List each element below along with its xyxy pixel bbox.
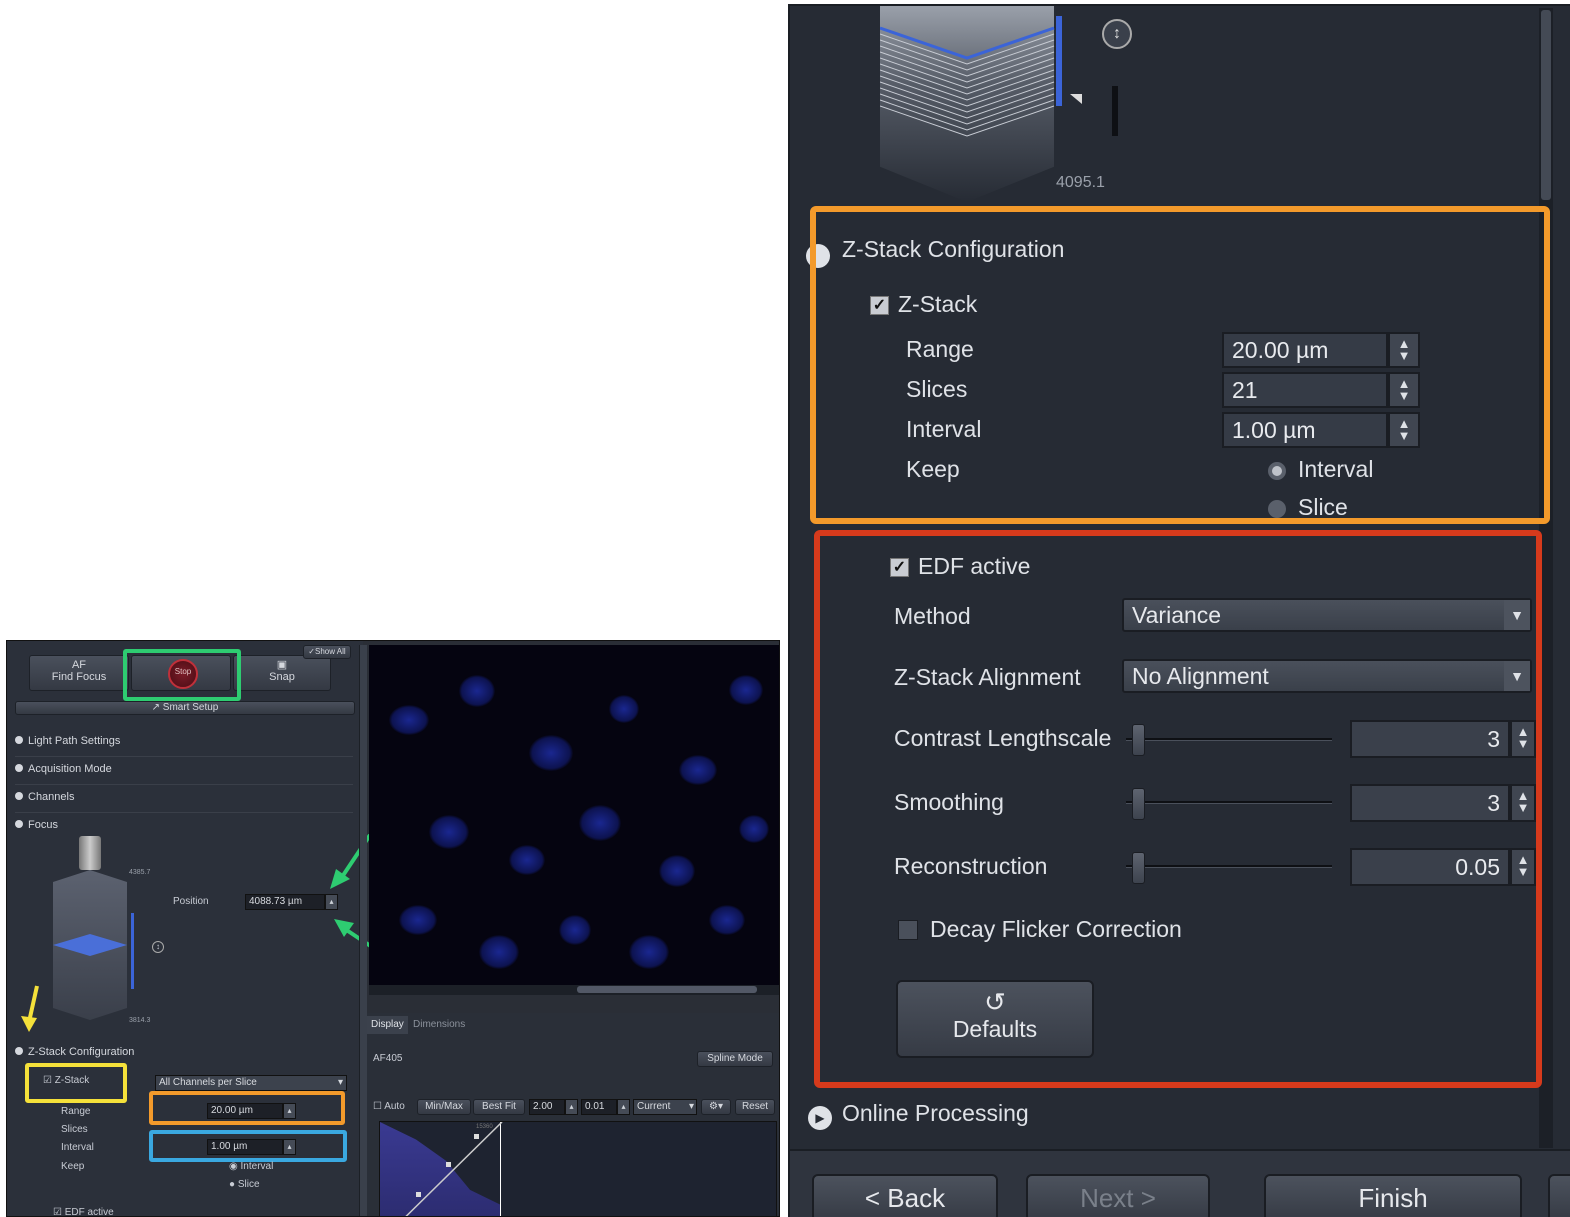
- step-input[interactable]: 0.01: [581, 1099, 617, 1115]
- tab-dimensions[interactable]: Dimensions: [409, 1016, 469, 1034]
- range-end-marker: [1070, 94, 1082, 104]
- section-label: Channels: [28, 791, 75, 803]
- panel-vscroll-thumb[interactable]: [1541, 10, 1551, 200]
- channel-label: AF405: [373, 1053, 403, 1064]
- find-focus-button[interactable]: AF Find Focus: [29, 655, 129, 691]
- interval-highlight: [149, 1130, 347, 1162]
- expand-icon: [15, 764, 23, 772]
- slices-label: Slices: [61, 1124, 88, 1135]
- next-button[interactable]: Next >: [1026, 1174, 1210, 1217]
- back-button[interactable]: < Back: [812, 1174, 998, 1217]
- minmax-button[interactable]: Min/Max: [417, 1099, 471, 1115]
- expand-icon: [15, 792, 23, 800]
- keep-slice-radio[interactable]: ● Slice: [229, 1179, 260, 1190]
- keep-interval-label: Interval: [240, 1161, 274, 1172]
- range-label: Range: [61, 1106, 91, 1117]
- extra-button[interactable]: [1548, 1174, 1570, 1217]
- keep-slice-label: Slice: [237, 1179, 260, 1190]
- stack-bottom-value: 4095.1: [1056, 174, 1105, 191]
- position-label: Position: [173, 896, 209, 907]
- left-screenshot: AF Find Focus Stop ▣ Snap ✓Show All ↗ Sm…: [6, 640, 780, 1217]
- panel-splitter[interactable]: [359, 645, 367, 1216]
- edf-red-highlight: [814, 530, 1542, 1088]
- gamma-input[interactable]: 2.00: [529, 1099, 565, 1115]
- keep-label: Keep: [61, 1161, 85, 1172]
- finish-button[interactable]: Finish: [1264, 1174, 1522, 1217]
- section-channels[interactable]: Channels: [15, 787, 353, 813]
- snap-button[interactable]: ▣ Snap: [233, 655, 331, 691]
- step-spinner[interactable]: ▴: [617, 1099, 630, 1115]
- expand-icon[interactable]: ▶: [808, 1106, 832, 1130]
- stop-highlight: [123, 649, 241, 701]
- section-acquisition-mode[interactable]: Acquisition Mode: [15, 759, 353, 785]
- zstack-orange-highlight: [810, 206, 1550, 524]
- auto-checkbox[interactable]: ☐ Auto: [373, 1101, 405, 1112]
- section-label: Focus: [28, 819, 58, 831]
- best-fit-button[interactable]: Best Fit: [473, 1099, 525, 1115]
- snap-label: Snap: [269, 671, 295, 683]
- focus-slider-knob[interactable]: ↕: [152, 941, 164, 953]
- find-focus-label: Find Focus: [51, 671, 107, 683]
- position-input[interactable]: 4088.73 µm: [245, 894, 325, 910]
- microscope-image: [369, 645, 779, 987]
- gamma-spinner[interactable]: ▴: [565, 1099, 578, 1115]
- gear-icon[interactable]: ⚙▾: [701, 1099, 731, 1115]
- yellow-arrow: [21, 985, 39, 1032]
- online-processing-section[interactable]: Online Processing: [842, 1100, 1029, 1127]
- wand-icon: ↗: [151, 702, 163, 713]
- edf-checkbox[interactable]: ☑ EDF active: [53, 1207, 114, 1217]
- channel-mode-value: All Channels per Slice: [159, 1077, 257, 1088]
- section-label: Acquisition Mode: [28, 763, 112, 775]
- expand-icon: [15, 736, 23, 744]
- section-label: Z-Stack Configuration: [28, 1046, 135, 1058]
- focus-top-value: 4385.7: [129, 869, 151, 876]
- tab-display[interactable]: Display: [367, 1016, 408, 1034]
- section-label: Light Path Settings: [28, 735, 121, 747]
- zstack-highlight: [25, 1063, 127, 1103]
- spline-mode-button[interactable]: Spline Mode: [697, 1051, 773, 1067]
- chevron-down-icon: ▾: [688, 1101, 694, 1112]
- range-highlight: [149, 1091, 345, 1125]
- keep-interval-radio[interactable]: ◉ Interval: [229, 1161, 273, 1172]
- collapse-icon: [15, 1047, 23, 1055]
- show-all-toggle[interactable]: ✓Show All: [303, 645, 351, 659]
- focus-slider-knob[interactable]: ↕: [1102, 19, 1132, 49]
- smart-setup-label: Smart Setup: [162, 702, 219, 713]
- zstack-range-bar: [1056, 16, 1062, 106]
- camera-icon: ▣: [276, 659, 288, 671]
- objective-icon: [79, 836, 101, 870]
- smart-setup-button[interactable]: ↗ Smart Setup: [15, 701, 355, 715]
- zstack-slices-lines: [880, 26, 1055, 137]
- reset-button[interactable]: Reset: [735, 1099, 775, 1115]
- edf-checkbox-label: EDF active: [64, 1207, 114, 1217]
- channel-mode-dropdown[interactable]: All Channels per Slice ▾: [155, 1075, 347, 1091]
- current-dropdown[interactable]: Current ▾: [633, 1099, 697, 1115]
- right-panel: 4095.1 ↕ Z-Stack Configuration ✓ Z-Stack…: [788, 4, 1570, 1217]
- histogram-graph[interactable]: 15360: [379, 1121, 777, 1216]
- auto-label: Auto: [384, 1101, 405, 1112]
- collapse-icon: [15, 820, 23, 828]
- focus-bottom-value: 3814.3: [129, 1017, 151, 1024]
- curve-line: [405, 1122, 503, 1216]
- current-value: Current: [637, 1101, 671, 1112]
- af-label: AF: [71, 659, 87, 671]
- image-hscroll-thumb[interactable]: [577, 986, 757, 993]
- section-light-path[interactable]: Light Path Settings: [15, 731, 353, 757]
- chevron-down-icon: ▾: [337, 1077, 343, 1088]
- focus-slider-track: [1112, 86, 1118, 136]
- interval-label: Interval: [61, 1142, 94, 1153]
- slice-line: [880, 105, 1055, 137]
- focus-range-bar: [131, 913, 134, 989]
- graph-tick-label: 15360: [476, 1124, 493, 1130]
